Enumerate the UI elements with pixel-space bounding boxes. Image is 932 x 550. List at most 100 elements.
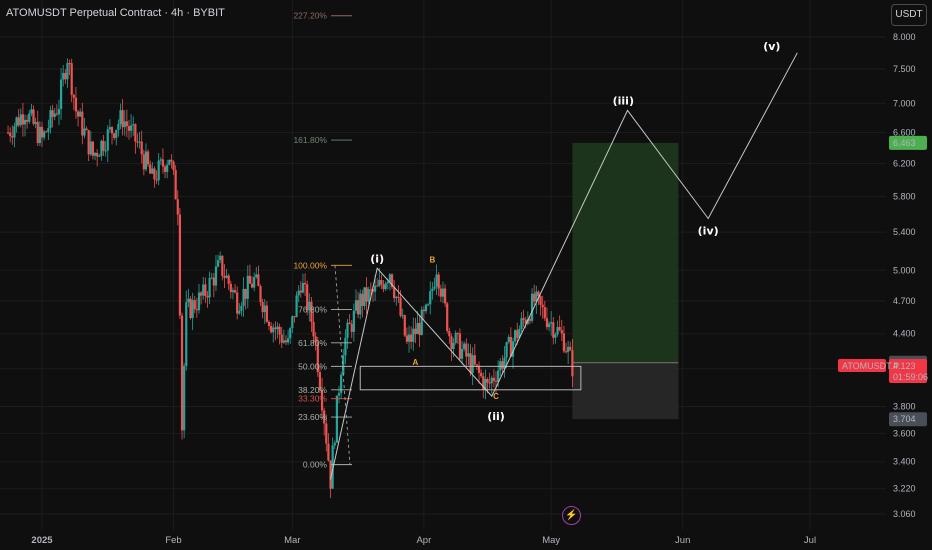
y-tick-label: 7.500 bbox=[893, 64, 916, 74]
y-tick-label: 5.000 bbox=[893, 265, 916, 275]
candle-body bbox=[516, 330, 519, 338]
candle-body bbox=[492, 377, 495, 381]
candle-body bbox=[189, 298, 192, 319]
candle-body bbox=[76, 111, 80, 117]
candle-body bbox=[361, 293, 364, 306]
candle-body bbox=[106, 129, 109, 151]
candle-body bbox=[270, 326, 273, 333]
abc-wave-label: A bbox=[413, 358, 419, 367]
wave-label: (iii) bbox=[613, 94, 634, 107]
candle-body bbox=[267, 321, 271, 327]
candle-body bbox=[200, 292, 203, 296]
candle-body bbox=[397, 296, 400, 298]
candle-body bbox=[378, 280, 381, 286]
candle-body bbox=[21, 114, 25, 125]
candle-body bbox=[185, 302, 188, 366]
candle-body bbox=[19, 114, 22, 126]
candle-body bbox=[244, 288, 247, 299]
candle-body bbox=[291, 316, 294, 329]
candle-body bbox=[541, 304, 544, 308]
candle-body bbox=[325, 423, 328, 444]
candle-body bbox=[176, 199, 179, 215]
candle-body bbox=[386, 281, 389, 284]
candle-body bbox=[475, 364, 479, 366]
candle-body bbox=[225, 275, 228, 278]
candle-body bbox=[312, 321, 315, 337]
candle-body bbox=[178, 214, 182, 316]
candle-body bbox=[567, 346, 570, 353]
candle-body bbox=[140, 141, 143, 155]
x-tick-label: Feb bbox=[165, 535, 181, 546]
candle-body bbox=[414, 328, 417, 335]
candle-body bbox=[38, 126, 41, 144]
candle-body bbox=[74, 97, 78, 112]
candle-body bbox=[142, 154, 145, 170]
abc-wave-label: C bbox=[493, 392, 499, 401]
candle-body bbox=[180, 315, 184, 431]
candle-body bbox=[242, 288, 245, 307]
candle-body bbox=[357, 300, 360, 315]
candle-body bbox=[238, 310, 241, 314]
candle-body bbox=[49, 110, 52, 129]
candle-body bbox=[401, 315, 404, 317]
y-tick-label: 4.400 bbox=[893, 329, 916, 339]
candle-body bbox=[96, 152, 99, 157]
candle-body bbox=[327, 443, 330, 461]
candle-body bbox=[117, 124, 120, 130]
candle-body bbox=[384, 283, 387, 290]
candle-body bbox=[545, 318, 549, 328]
wave-label: (v) bbox=[763, 40, 780, 53]
candle-body bbox=[47, 128, 50, 132]
candle-body bbox=[280, 334, 283, 343]
x-tick-label: May bbox=[542, 535, 560, 546]
candle-body bbox=[85, 128, 88, 131]
candle-body bbox=[166, 164, 169, 172]
x-tick-label: Apr bbox=[416, 535, 431, 546]
candle-body bbox=[59, 79, 63, 110]
candle-body bbox=[81, 111, 84, 136]
candle-body bbox=[89, 141, 92, 155]
candle-body bbox=[30, 109, 33, 114]
price-chart[interactable]: 227.20% 161.80% 100.00% 76.80% 61.80% 50.00% 3… bbox=[0, 0, 932, 550]
candle-body bbox=[284, 340, 288, 343]
candle-body bbox=[558, 327, 561, 331]
candle-body bbox=[480, 372, 483, 377]
candle-body bbox=[26, 119, 29, 122]
candle-body bbox=[473, 355, 476, 365]
wave-label: (i) bbox=[370, 252, 384, 265]
candle-body bbox=[522, 318, 525, 320]
candle-body bbox=[494, 380, 498, 382]
candle-body bbox=[376, 285, 379, 287]
candle-body bbox=[221, 255, 224, 277]
lightning-icon[interactable]: ⚡ bbox=[562, 506, 581, 525]
currency-button[interactable]: USDT bbox=[891, 4, 927, 26]
candle-body bbox=[257, 274, 260, 287]
candle-body bbox=[231, 290, 235, 293]
candle-body bbox=[227, 275, 230, 284]
stop-zone bbox=[572, 362, 679, 420]
candle-body bbox=[490, 377, 493, 384]
candle-body bbox=[569, 346, 572, 351]
candle-body bbox=[233, 290, 237, 293]
candle-body bbox=[460, 348, 464, 359]
candle-body bbox=[501, 361, 504, 369]
candle-body bbox=[219, 255, 222, 261]
candle-body bbox=[365, 287, 368, 302]
candle-body bbox=[342, 355, 345, 375]
candle-body bbox=[405, 335, 409, 342]
candle-body bbox=[539, 296, 542, 305]
candle-body bbox=[45, 131, 48, 133]
candle-body bbox=[146, 151, 150, 165]
candle-body bbox=[121, 110, 124, 128]
fib-level-label: 100.00% bbox=[293, 260, 327, 270]
candle-body bbox=[13, 126, 16, 138]
candle-body bbox=[163, 166, 167, 172]
wave-label: (ii) bbox=[487, 410, 505, 423]
candle-body bbox=[55, 113, 58, 115]
candle-body bbox=[40, 126, 44, 138]
candle-body bbox=[354, 300, 358, 311]
candle-body bbox=[51, 110, 54, 117]
candle-body bbox=[352, 310, 355, 332]
candle-body bbox=[43, 131, 46, 138]
candle-body bbox=[123, 121, 126, 128]
